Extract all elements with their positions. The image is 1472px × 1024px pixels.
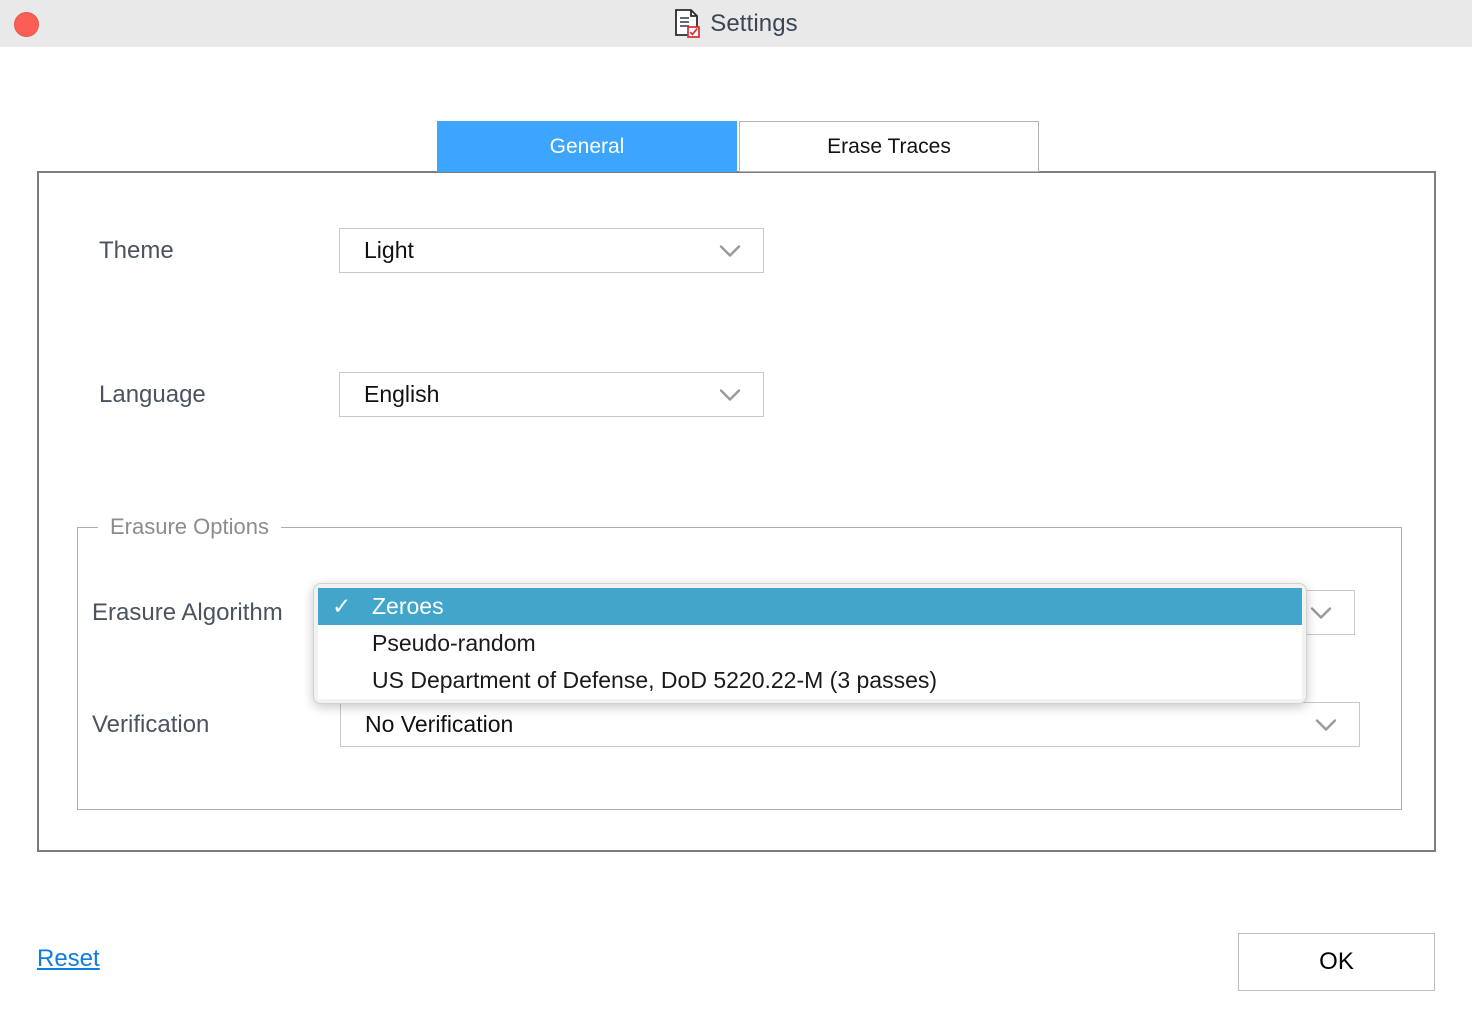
- reset-link[interactable]: Reset: [37, 945, 100, 973]
- chevron-down-icon: [1310, 606, 1332, 619]
- tab-general-label: General: [549, 134, 625, 158]
- window-title-group: Settings: [0, 0, 1472, 47]
- chevron-down-icon: [1315, 718, 1337, 731]
- tab-erase-traces[interactable]: Erase Traces: [739, 121, 1039, 172]
- window-titlebar: Settings: [0, 0, 1472, 47]
- checkmark-icon: ✓: [332, 593, 352, 619]
- language-label: Language: [99, 380, 206, 408]
- theme-label: Theme: [99, 236, 174, 264]
- ok-button[interactable]: OK: [1238, 933, 1435, 991]
- tab-general[interactable]: General: [437, 121, 737, 172]
- window-title: Settings: [710, 9, 798, 37]
- menu-item-dod-5220-22-m[interactable]: US Department of Defense, DoD 5220.22-M …: [318, 662, 1302, 699]
- menu-item-pseudo-random-label: Pseudo-random: [372, 630, 536, 656]
- verification-select-value: No Verification: [365, 711, 514, 737]
- verification-label: Verification: [92, 710, 210, 738]
- menu-item-dod-5220-22-m-label: US Department of Defense, DoD 5220.22-M …: [372, 667, 938, 693]
- language-select[interactable]: English: [339, 372, 764, 417]
- language-row: Language English: [99, 372, 764, 417]
- erasure-options-legend: Erasure Options: [98, 514, 281, 540]
- chevron-down-icon: [719, 244, 741, 257]
- ok-button-label: OK: [1319, 948, 1354, 975]
- tab-erase-traces-label: Erase Traces: [827, 134, 951, 158]
- menu-item-zeroes-label: Zeroes: [372, 593, 444, 619]
- chevron-down-icon: [719, 388, 741, 401]
- dropdown-menu-list: ✓ Zeroes Pseudo-random US Department of …: [318, 588, 1302, 699]
- verification-row: Verification No Verification: [92, 702, 1360, 747]
- theme-row: Theme Light: [99, 228, 764, 273]
- erasure-algorithm-label: Erasure Algorithm: [92, 598, 283, 626]
- menu-item-zeroes[interactable]: ✓ Zeroes: [318, 588, 1302, 625]
- language-select-value: English: [364, 381, 440, 407]
- theme-select-value: Light: [364, 237, 414, 263]
- menu-item-pseudo-random[interactable]: Pseudo-random: [318, 625, 1302, 662]
- document-settings-icon: [674, 9, 701, 38]
- verification-select[interactable]: No Verification: [340, 702, 1360, 747]
- erasure-algorithm-dropdown-menu[interactable]: ✓ Zeroes Pseudo-random US Department of …: [313, 583, 1307, 704]
- tab-bar: General Erase Traces: [437, 121, 1039, 172]
- theme-select[interactable]: Light: [339, 228, 764, 273]
